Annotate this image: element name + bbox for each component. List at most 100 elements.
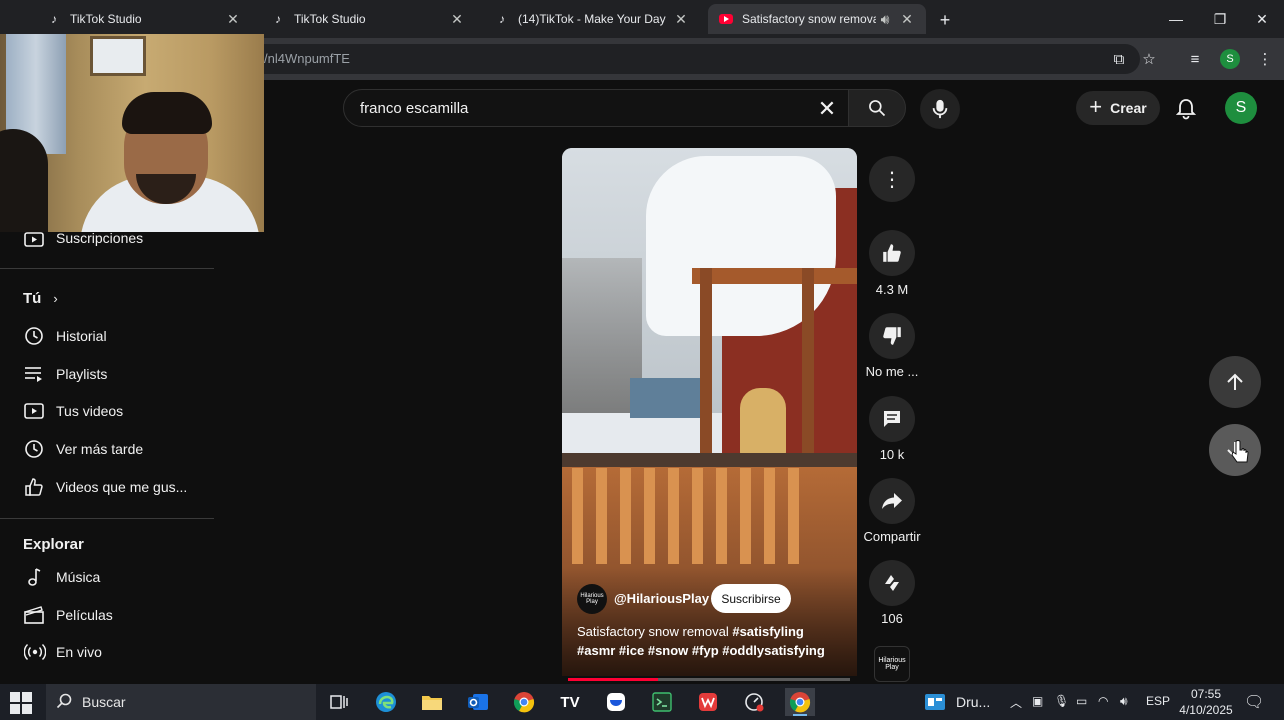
install-app-icon[interactable]: ⧉: [1108, 48, 1130, 70]
microphone-icon: [932, 99, 948, 119]
media-control-icon[interactable]: ≡: [1184, 48, 1206, 70]
video-person: [740, 388, 786, 458]
close-tab-icon[interactable]: ✕: [672, 10, 690, 28]
close-tab-icon[interactable]: ✕: [898, 10, 916, 28]
video-progress-bar[interactable]: [568, 678, 850, 681]
sidebar-item-music[interactable]: Música: [12, 559, 212, 595]
video-rail-slat: [692, 468, 703, 564]
windows-start-button[interactable]: [10, 692, 32, 714]
browser-profile-avatar[interactable]: S: [1220, 49, 1240, 69]
volume-icon[interactable]: 🔊︎: [1120, 694, 1128, 709]
caption-hashtags[interactable]: #satisfyling: [732, 624, 804, 639]
history-icon: [12, 326, 56, 346]
more-options-button[interactable]: ⋮: [869, 156, 915, 202]
screen-recorder-icon[interactable]: [739, 688, 769, 716]
dislike-button[interactable]: [869, 313, 915, 359]
notifications-icon[interactable]: 🗨︎: [1244, 692, 1264, 712]
create-button[interactable]: + Crear: [1076, 91, 1160, 125]
messenger-icon[interactable]: [601, 688, 631, 716]
sidebar-item-movies[interactable]: Películas: [12, 597, 212, 633]
wifi-icon[interactable]: ◠: [1098, 694, 1108, 708]
voice-search-button[interactable]: [920, 89, 960, 129]
youtube-icon: [718, 11, 734, 27]
dislike-label: No me ...: [865, 364, 919, 379]
tiktok-icon: ♪: [499, 12, 505, 26]
taskbar-pinned-app[interactable]: Dru...: [924, 690, 990, 714]
channel-avatar[interactable]: Hilarious Play: [577, 584, 607, 614]
file-explorer-icon[interactable]: [417, 688, 447, 716]
plus-icon: +: [1089, 93, 1103, 119]
notifications-bell-icon[interactable]: [1174, 97, 1198, 121]
restore-button[interactable]: ❐: [1200, 6, 1240, 32]
section-heading: Explorar: [23, 536, 84, 553]
microphone-icon[interactable]: 🎙︎: [1054, 694, 1069, 708]
bookmark-star-icon[interactable]: ☆: [1138, 48, 1160, 70]
sidebar-item-live[interactable]: En vivo: [12, 634, 212, 670]
search-query[interactable]: franco escamilla: [360, 100, 468, 117]
sidebar-item-liked-videos[interactable]: Videos que me gus...: [12, 469, 212, 505]
tradingview-icon[interactable]: TV: [555, 688, 585, 716]
outlook-icon[interactable]: [463, 688, 493, 716]
sidebar-section-explore: Explorar: [23, 536, 84, 553]
share-label: Compartir: [863, 529, 921, 544]
channel-name[interactable]: @HilariousPlay: [614, 591, 709, 606]
browser-tab[interactable]: ♪ TikTok Studio ✕: [260, 4, 476, 34]
more-vert-icon: ⋮: [882, 168, 902, 191]
taskbar-search[interactable]: Buscar: [46, 684, 316, 720]
chrome-icon-active[interactable]: [785, 688, 815, 716]
sidebar-item-history[interactable]: Historial: [12, 318, 212, 354]
terminal-icon[interactable]: [647, 688, 677, 716]
browser-tab[interactable]: ♪ TikTok Studio ✕: [36, 4, 252, 34]
chevron-up-icon[interactable]: ︿: [1010, 694, 1022, 711]
browser-menu-icon[interactable]: ⋮: [1254, 48, 1276, 70]
sidebar-divider: [0, 268, 214, 269]
share-button[interactable]: [869, 478, 915, 524]
search-button[interactable]: [848, 89, 906, 127]
subscribe-button[interactable]: Suscribirse: [711, 584, 791, 613]
sidebar-item-playlists[interactable]: Playlists: [12, 356, 212, 392]
previous-short-button[interactable]: [1209, 356, 1261, 408]
edge-browser-icon[interactable]: [371, 688, 401, 716]
battery-icon[interactable]: ▭: [1076, 694, 1087, 708]
taskbar-search-label: Buscar: [82, 694, 126, 710]
tab-title: TikTok Studio: [294, 12, 366, 26]
search-icon: [56, 693, 72, 712]
close-window-button[interactable]: ✕: [1242, 6, 1282, 32]
pinned-app-label: Dru...: [956, 694, 991, 710]
thumbs-up-icon: [12, 477, 56, 497]
browser-tab-active[interactable]: Satisfactory snow removal # 🔊︎ ✕: [708, 4, 926, 34]
webcam-person-hair: [122, 92, 212, 134]
video-rail-slat: [596, 468, 607, 564]
caption-hashtags[interactable]: #asmr #ice #snow #fyp #oddlysatisfying: [577, 643, 825, 658]
chevron-right-icon: ›: [53, 291, 58, 306]
sidebar-item-your-videos[interactable]: Tus videos: [12, 393, 212, 429]
sidebar-item-label: Playlists: [56, 366, 108, 382]
url-text[interactable]: /nl4WnpumfTE: [264, 51, 350, 66]
like-count: 4.3 M: [875, 282, 909, 297]
sidebar-item-label: Tus videos: [56, 403, 124, 419]
wps-office-icon[interactable]: [693, 688, 723, 716]
close-tab-icon[interactable]: ✕: [448, 10, 466, 28]
sidebar-item-watch-later[interactable]: Ver más tarde: [12, 431, 212, 467]
task-view-icon[interactable]: [324, 688, 354, 716]
input-language[interactable]: ESP: [1146, 694, 1170, 708]
new-tab-button[interactable]: +: [934, 9, 956, 31]
clear-search-icon[interactable]: ✕: [814, 96, 840, 122]
comments-button[interactable]: [869, 396, 915, 442]
address-bar[interactable]: /nl4WnpumfTE: [220, 44, 1140, 74]
meet-icon[interactable]: ▣: [1032, 694, 1043, 708]
minimize-button[interactable]: —: [1156, 6, 1196, 32]
video-rail-slat: [620, 468, 631, 564]
like-button[interactable]: [869, 230, 915, 276]
sidebar-section-you[interactable]: Tú ›: [23, 290, 58, 307]
search-input[interactable]: franco escamilla ✕: [343, 89, 849, 127]
video-rail-slat: [764, 468, 775, 564]
sound-thumbnail[interactable]: Hilarious Play: [874, 646, 910, 682]
account-avatar[interactable]: S: [1225, 92, 1257, 124]
taskbar-clock[interactable]: 07:55 4/10/2025: [1176, 686, 1236, 718]
speaker-icon[interactable]: 🔊︎: [876, 10, 894, 28]
browser-tab[interactable]: ♪ (14)TikTok - Make Your Day ✕: [484, 4, 700, 34]
chrome-icon[interactable]: [509, 688, 539, 716]
remix-button[interactable]: [869, 560, 915, 606]
close-tab-icon[interactable]: ✕: [224, 10, 242, 28]
